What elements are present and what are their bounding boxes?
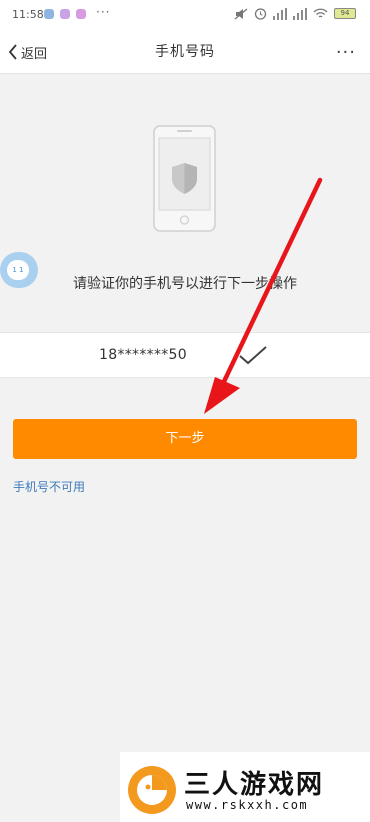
phone-unavailable-link[interactable]: 手机号不可用 <box>13 478 85 495</box>
more-icon[interactable]: ··· <box>336 42 356 63</box>
system-icons: 94 <box>234 7 356 20</box>
instruction-text: 请验证你的手机号以进行下一步操作 <box>73 276 297 292</box>
watermark-url: www.rskxxh.com <box>186 798 309 812</box>
signal-icon <box>273 7 287 20</box>
phone-option-row[interactable]: 18*******50 <box>0 332 370 378</box>
shield-notification-icon <box>44 9 54 19</box>
status-bar: 11:58 ··· 94 <box>0 0 370 30</box>
check-icon <box>239 346 267 365</box>
more-notifications-icon: ··· <box>96 5 111 19</box>
app-notification-icon-2 <box>76 9 86 19</box>
status-time: 11:58 <box>12 8 44 21</box>
nav-bar: 返回 手机号码 ··· <box>0 30 370 74</box>
mute-icon <box>234 8 248 19</box>
watermark-logo <box>128 766 176 814</box>
notification-icons <box>44 9 86 19</box>
phone-shield-icon <box>153 125 216 232</box>
alarm-icon <box>254 8 267 20</box>
arrow-annotation <box>204 177 323 414</box>
watermark: 三人游戏网 www.rskxxh.com <box>120 752 370 822</box>
signal-icon-2 <box>293 7 307 20</box>
watermark-title: 三人游戏网 <box>184 770 325 800</box>
page-title: 手机号码 <box>155 44 215 60</box>
battery-icon: 94 <box>334 8 356 19</box>
next-step-button[interactable]: 下一步 <box>13 419 357 459</box>
wifi-icon <box>313 8 328 18</box>
app-notification-icon <box>60 9 70 19</box>
